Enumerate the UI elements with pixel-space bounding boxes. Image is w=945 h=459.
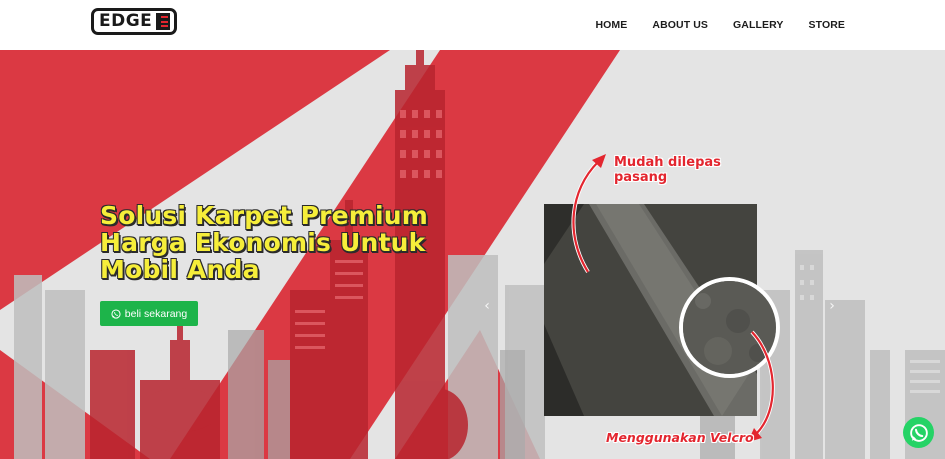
- chevron-right-icon[interactable]: ›: [825, 298, 839, 314]
- main-nav: HOME ABOUT US GALLERY STORE: [595, 0, 845, 50]
- nav-home[interactable]: HOME: [595, 19, 627, 31]
- logo-text: EDGE: [99, 11, 153, 31]
- hero-slider: Solusi Karpet Premium Harga Ekonomis Unt…: [0, 50, 945, 459]
- annotation-velcro: Menggunakan Velcro: [606, 430, 754, 445]
- site-header: EDGE HOME ABOUT US GALLERY STORE: [0, 0, 945, 50]
- nav-store[interactable]: STORE: [809, 19, 845, 31]
- annotation-arrows: [571, 154, 775, 442]
- nav-gallery[interactable]: GALLERY: [733, 19, 783, 31]
- chevron-left-icon[interactable]: ‹: [480, 298, 494, 314]
- nav-about-us[interactable]: ABOUT US: [652, 19, 708, 31]
- annotation-top-line-2: pasang: [614, 170, 668, 185]
- whatsapp-float-button[interactable]: [903, 417, 934, 448]
- brand-logo[interactable]: EDGE: [91, 8, 177, 35]
- logo-mark-icon: [156, 13, 170, 30]
- whatsapp-icon: [909, 423, 928, 442]
- annotation-easy-removal: Mudah dilepas pasang: [614, 155, 721, 185]
- annotation-top-line-1: Mudah dilepas: [614, 155, 721, 170]
